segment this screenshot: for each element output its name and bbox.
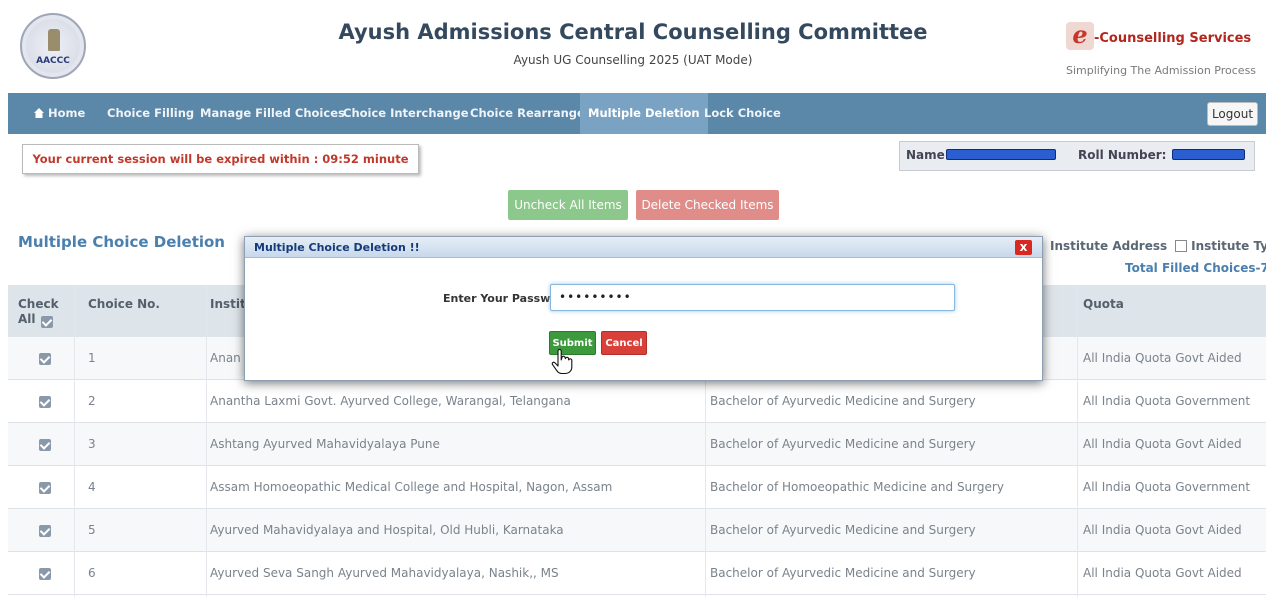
logout-button[interactable]: Logout — [1207, 102, 1258, 126]
row-checkbox[interactable] — [39, 396, 51, 408]
name-label: Name: — [906, 148, 950, 162]
filter-institute-address-label: Institute Address — [1050, 239, 1168, 253]
course: Bachelor of Ayurvedic Medicine and Surge… — [710, 523, 976, 537]
course: Bachelor of Ayurvedic Medicine and Surge… — [710, 566, 976, 580]
e-counselling-name: -Counselling Services — [1094, 31, 1252, 46]
row-checkbox[interactable] — [39, 482, 51, 494]
hand-cursor-icon — [551, 349, 573, 375]
dialog-title: Multiple Choice Deletion !! — [254, 241, 420, 254]
filter-institute-type-label: Institute Type — [1191, 239, 1266, 253]
page: AACCC Ayush Admissions Central Counselli… — [0, 0, 1266, 597]
choice-no: 3 — [88, 437, 96, 451]
roll-number-redacted — [1172, 149, 1245, 160]
column-divider — [74, 285, 75, 597]
choice-no: 1 — [88, 351, 96, 365]
institute-name: Ayurved Mahavidyalaya and Hospital, Old … — [210, 523, 564, 537]
choice-no: 2 — [88, 394, 96, 408]
uncheck-all-button[interactable]: Uncheck All Items — [508, 190, 628, 220]
quota: All India Quota Government — [1083, 394, 1251, 408]
check-all-checkbox[interactable] — [41, 316, 53, 328]
section-title: Multiple Choice Deletion — [18, 233, 225, 251]
row-checkbox[interactable] — [39, 439, 51, 451]
quota: All India Quota Govt Aided — [1083, 523, 1242, 537]
row-checkbox[interactable] — [39, 525, 51, 537]
delete-checked-button[interactable]: Delete Checked Items — [636, 190, 779, 220]
choice-no: 6 — [88, 566, 96, 580]
header-quota: Quota — [1083, 297, 1124, 311]
nav-choice-interchange[interactable]: Choice Interchange — [335, 93, 477, 134]
e-counselling-tagline: Simplifying The Admission Process — [1066, 64, 1257, 77]
e-counselling-logo-icon: e — [1066, 22, 1094, 50]
choice-no: 4 — [88, 480, 96, 494]
choice-no: 5 — [88, 523, 96, 537]
institute-name: Assam Homoeopathic Medical College and H… — [210, 480, 613, 494]
institute-name: Anantha Laxmi Govt. Ayurved College, War… — [210, 394, 571, 408]
header-institute: Instit — [210, 297, 246, 311]
column-divider — [1077, 285, 1078, 597]
header: AACCC Ayush Admissions Central Counselli… — [0, 0, 1266, 93]
institute-name: Ashtang Ayurved Mahavidyalaya Pune — [210, 437, 440, 451]
user-info-bar: Name: Roll Number: — [899, 141, 1255, 171]
close-icon[interactable]: x — [1015, 240, 1032, 255]
nav-lock-choice[interactable]: Lock Choice — [696, 93, 789, 134]
session-timer: Your current session will be expired wit… — [22, 144, 419, 174]
name-redacted — [946, 149, 1056, 160]
quota: All India Quota Govt Aided — [1083, 437, 1242, 451]
dialog-header: Multiple Choice Deletion !! x — [245, 237, 1042, 258]
password-input[interactable]: ••••••••• — [550, 284, 955, 311]
cancel-button[interactable]: Cancel — [601, 331, 647, 355]
column-filters: Institute Address Institute Type — [1050, 239, 1266, 253]
row-checkbox[interactable] — [39, 568, 51, 580]
institute-name: Ayurved Seva Sangh Ayurved Mahavidyalaya… — [210, 566, 559, 580]
row-checkbox[interactable] — [39, 353, 51, 365]
nav-home[interactable]: Home — [26, 93, 93, 134]
nav-manage-filled-choices[interactable]: Manage Filled Choices — [192, 93, 353, 134]
password-dialog: Multiple Choice Deletion !! x Enter Your… — [244, 236, 1043, 381]
course: Bachelor of Ayurvedic Medicine and Surge… — [710, 394, 976, 408]
top-nav: Home Choice Filling Manage Filled Choice… — [8, 93, 1266, 134]
quota: All India Quota Govt Aided — [1083, 351, 1242, 365]
quota: All India Quota Government — [1083, 480, 1251, 494]
home-icon — [34, 108, 44, 118]
total-filled-choices: Total Filled Choices-7 — [1125, 261, 1266, 275]
nav-choice-rearrange[interactable]: Choice Rearrange — [462, 93, 593, 134]
nav-multiple-deletion[interactable]: Multiple Deletion — [580, 93, 708, 134]
filter-institute-type-checkbox[interactable] — [1175, 240, 1188, 252]
course: Bachelor of Homoeopathic Medicine and Su… — [710, 480, 1004, 494]
roll-number-label: Roll Number: — [1078, 148, 1167, 162]
course: Bachelor of Ayurvedic Medicine and Surge… — [710, 437, 976, 451]
header-choice-no: Choice No. — [88, 297, 160, 311]
column-divider — [206, 285, 207, 597]
nav-choice-filling[interactable]: Choice Filling — [99, 93, 202, 134]
quota: All India Quota Govt Aided — [1083, 566, 1242, 580]
